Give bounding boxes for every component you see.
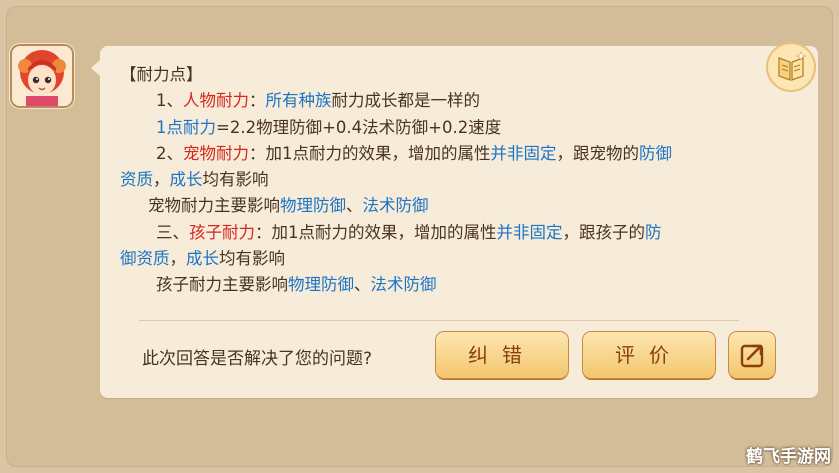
link-defense-aptitude[interactable]: 御资质 bbox=[120, 249, 170, 268]
line-4-text: 均有影响 bbox=[202, 170, 269, 190]
keyword-pet-stamina: 宠物耐力 bbox=[183, 143, 249, 163]
link-all-races[interactable]: 所有种族 bbox=[266, 91, 332, 110]
link-not-fixed-2[interactable]: 并非固定 bbox=[497, 223, 563, 242]
line-2: 1点耐力=2.2物理防御+0.4法术防御+0.2速度 bbox=[120, 115, 800, 141]
line-1-index: 1、 bbox=[156, 91, 183, 111]
line-4-comma: ， bbox=[153, 170, 170, 190]
link-magic-defense-2[interactable]: 法术防御 bbox=[371, 275, 437, 294]
answer-content: 【耐力点】 1、人物耐力：所有种族耐力成长都是一样的 1点耐力=2.2物理防御+… bbox=[120, 62, 800, 299]
line-6-index: 三、 bbox=[156, 222, 189, 242]
line-1: 1、人物耐力：所有种族耐力成长都是一样的 bbox=[120, 88, 800, 114]
link-growth-2[interactable]: 成长 bbox=[186, 249, 219, 268]
character-avatar bbox=[12, 46, 72, 106]
line-7-comma: ， bbox=[169, 249, 187, 269]
keyword-character-stamina: 人物耐力 bbox=[183, 91, 249, 111]
line-1-text: 耐力成长都是一样的 bbox=[331, 91, 481, 111]
line-5-separator: 、 bbox=[346, 196, 363, 216]
share-button[interactable] bbox=[729, 332, 775, 378]
link-defense[interactable]: 防御 bbox=[639, 144, 672, 163]
line-6-text: ：加1点耐力的效果，增加的属性 bbox=[255, 222, 497, 242]
section-heading: 【耐力点】 bbox=[120, 62, 800, 88]
link-aptitude[interactable]: 资质 bbox=[120, 170, 153, 189]
line-2-formula: =2.2物理防御+0.4法术防御+0.2速度 bbox=[216, 117, 502, 137]
watermark: 鹤飞手游网 bbox=[746, 447, 831, 467]
line-5-text: 宠物耐力主要影响 bbox=[148, 196, 280, 216]
line-6: 三、孩子耐力：加1点耐力的效果，增加的属性并非固定，跟孩子的防 bbox=[120, 220, 800, 246]
report-error-button[interactable]: 纠错 bbox=[436, 332, 568, 378]
link-defense-2[interactable]: 防 bbox=[645, 223, 662, 242]
feedback-question: 此次回答是否解决了您的问题? bbox=[142, 349, 373, 369]
line-1-colon: ： bbox=[249, 91, 266, 111]
line-8-separator: 、 bbox=[354, 275, 371, 295]
line-3-text: ：加1点耐力的效果，增加的属性 bbox=[249, 143, 491, 163]
rate-button[interactable]: 评价 bbox=[583, 332, 715, 378]
line-7-text: 均有影响 bbox=[219, 249, 285, 269]
keyword-child-stamina: 孩子耐力 bbox=[189, 222, 255, 242]
link-magic-defense[interactable]: 法术防御 bbox=[363, 196, 429, 215]
line-7: 御资质，成长均有影响 bbox=[120, 246, 800, 272]
line-3-index: 2、 bbox=[156, 143, 183, 163]
line-5: 宠物耐力主要影响物理防御、法术防御 bbox=[120, 193, 800, 219]
link-physical-defense-2[interactable]: 物理防御 bbox=[288, 275, 354, 294]
line-6-text-b: ，跟孩子的 bbox=[562, 222, 646, 242]
link-growth[interactable]: 成长 bbox=[170, 170, 203, 189]
line-8: 孩子耐力主要影响物理防御、法术防御 bbox=[120, 272, 800, 298]
link-physical-defense[interactable]: 物理防御 bbox=[280, 196, 346, 215]
divider bbox=[139, 320, 739, 321]
character-avatar-icon bbox=[12, 46, 72, 106]
share-icon bbox=[740, 344, 764, 368]
line-3-text-b: ，跟宠物的 bbox=[556, 143, 640, 163]
line-8-text: 孩子耐力主要影响 bbox=[156, 275, 288, 295]
link-not-fixed[interactable]: 并非固定 bbox=[491, 144, 557, 163]
link-one-stamina-point[interactable]: 1点耐力 bbox=[156, 118, 216, 137]
line-4: 资质，成长均有影响 bbox=[120, 167, 800, 193]
heading-text: 【耐力点】 bbox=[120, 65, 203, 84]
line-3: 2、宠物耐力：加1点耐力的效果，增加的属性并非固定，跟宠物的防御 bbox=[120, 141, 800, 167]
